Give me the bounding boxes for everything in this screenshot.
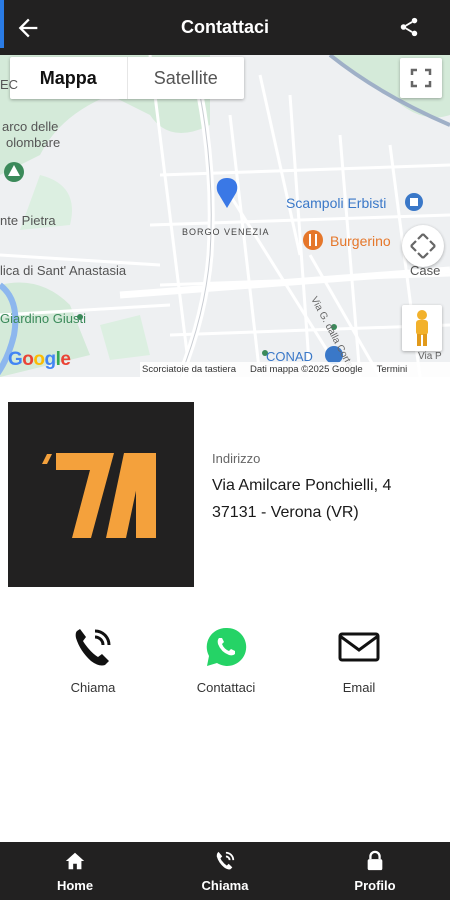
whatsapp-icon bbox=[206, 627, 247, 666]
lock-icon bbox=[367, 850, 383, 870]
phone-icon bbox=[75, 629, 111, 666]
business-logo bbox=[8, 402, 194, 587]
map-label: Burgerino bbox=[330, 233, 391, 249]
whatsapp-action-button[interactable]: Contattaci bbox=[171, 625, 281, 700]
address-line-2: 37131 - Verona (VR) bbox=[212, 504, 359, 521]
phone-icon bbox=[216, 851, 235, 869]
nav-profile[interactable]: Profilo bbox=[300, 842, 450, 900]
bottom-navigation: Home Chiama Profilo bbox=[0, 842, 450, 900]
map-data-text: Dati mappa ©2025 Google bbox=[250, 364, 363, 375]
whatsapp-action-label: Contattaci bbox=[196, 680, 256, 695]
address-label: Indirizzo bbox=[212, 451, 261, 466]
nav-call-label: Chiama bbox=[201, 877, 249, 893]
map-label: arco delle bbox=[2, 119, 59, 134]
keyboard-shortcuts-link[interactable]: Scorciatoie da tastiera bbox=[142, 364, 236, 375]
share-icon[interactable] bbox=[398, 16, 420, 38]
fullscreen-button[interactable] bbox=[400, 58, 442, 98]
map-label: Via P bbox=[418, 351, 442, 362]
map-type-map[interactable]: Mappa bbox=[10, 57, 128, 99]
map-attribution: Scorciatoie da tastiera Dati mappa ©2025… bbox=[140, 362, 450, 377]
map-label: BORGO VENEZIA bbox=[182, 227, 270, 237]
fullscreen-icon bbox=[410, 68, 432, 88]
map-canvas bbox=[0, 55, 450, 377]
pegman-icon bbox=[416, 310, 428, 346]
home-icon bbox=[65, 852, 85, 869]
call-action-label: Chiama bbox=[70, 680, 116, 695]
map-label: nte Pietra bbox=[0, 213, 56, 228]
nav-profile-label: Profilo bbox=[354, 877, 396, 893]
map-label: lica di Sant' Anastasia bbox=[0, 263, 127, 278]
street-view-button[interactable] bbox=[402, 305, 442, 351]
map-type-satellite[interactable]: Satellite bbox=[128, 57, 245, 99]
map-view[interactable]: Mappa Satellite arco delle olombare nte … bbox=[0, 55, 450, 377]
terms-link[interactable]: Termini bbox=[377, 364, 408, 375]
email-action-button[interactable]: Email bbox=[304, 625, 414, 700]
move-arrows-icon bbox=[410, 233, 436, 259]
logo-71-image bbox=[42, 453, 156, 538]
nav-call[interactable]: Chiama bbox=[150, 842, 300, 900]
pan-control-button[interactable] bbox=[402, 225, 444, 267]
call-action-button[interactable]: Chiama bbox=[38, 625, 148, 700]
nav-home-label: Home bbox=[56, 877, 94, 893]
app-header: Contattaci bbox=[0, 0, 450, 55]
map-label: Scampoli Erbisti bbox=[286, 195, 387, 211]
google-logo: Google bbox=[8, 349, 71, 370]
map-type-control: Mappa Satellite bbox=[10, 57, 244, 99]
nav-home[interactable]: Home bbox=[0, 842, 150, 900]
mail-icon bbox=[338, 632, 380, 662]
page-title: Contattaci bbox=[180, 17, 269, 37]
map-label: EC bbox=[0, 77, 19, 92]
map-label: Giardino Giusti bbox=[0, 311, 86, 326]
map-label: olombare bbox=[6, 135, 61, 150]
address-line-1: Via Amilcare Ponchielli, 4 bbox=[212, 477, 392, 494]
email-action-label: Email bbox=[342, 680, 376, 695]
